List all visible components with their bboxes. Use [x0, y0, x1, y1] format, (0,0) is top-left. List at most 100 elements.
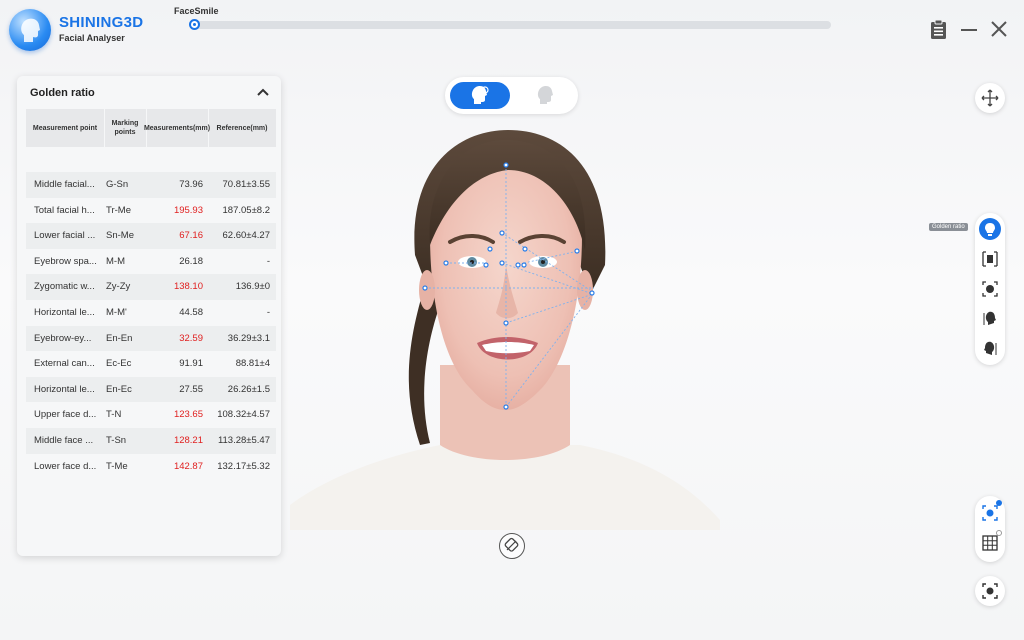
column-header: Measurement point: [26, 109, 105, 147]
table-row[interactable]: External can... Ec-Ec 91.91 88.81±4: [26, 351, 276, 377]
measurement-value: 195.93: [173, 204, 203, 216]
table-row[interactable]: Horizontal le... M-M' 44.58 -: [26, 300, 276, 326]
timeline-track[interactable]: [190, 21, 831, 29]
measurement-value: 44.58: [179, 306, 203, 318]
grid-icon: [982, 535, 998, 551]
reference-value: 132.17±5.32: [217, 460, 270, 472]
reference-value: 88.81±4: [235, 358, 270, 370]
timeline-handle[interactable]: [189, 19, 200, 30]
measurement-point: Lower facial ...: [34, 230, 96, 242]
table-row[interactable]: Eyebrow-ey... En-En 32.59 36.29±3.1: [26, 325, 276, 352]
minimize-icon: [961, 29, 977, 31]
face-front-icon: [471, 86, 489, 104]
table-row[interactable]: Middle facial... G-Sn 73.96 70.81±3.55: [26, 172, 276, 198]
table-row[interactable]: Total facial h... Tr-Me 195.93 187.05±8.2: [26, 198, 276, 224]
table-row[interactable]: Horizontal le... En-Ec 27.55 26.26±1.5: [26, 376, 276, 403]
panel-title: Golden ratio: [30, 87, 95, 99]
face-frame-tool[interactable]: [980, 279, 1000, 299]
measurement-point: Eyebrow-ey...: [34, 332, 92, 344]
reference-value: 136.9±0: [235, 281, 270, 293]
marking-points: Zy-Zy: [106, 281, 131, 293]
measurement-point: Middle face ...: [34, 434, 94, 446]
marking-points: En-En: [106, 332, 133, 344]
profile-right-tool[interactable]: [980, 309, 1000, 329]
measurement-point: Total facial h...: [34, 204, 95, 216]
tool-tooltip: Golden ratio: [929, 223, 968, 231]
title-bar: SHINING3D Facial Analyser FaceSmile: [0, 0, 1024, 62]
marking-points: M-M: [106, 255, 125, 267]
marking-points: Ec-Ec: [106, 358, 132, 370]
measurement-value: 73.96: [179, 179, 203, 190]
display-toolbar: [975, 496, 1005, 562]
table-row[interactable]: Zygomatic w... Zy-Zy 138.10 136.9±0: [26, 274, 276, 300]
marking-points: T-Me: [106, 460, 128, 472]
golden-ratio-panel: Golden ratio Measurement point Marking p…: [17, 76, 281, 556]
measurement-point: Lower face d...: [34, 460, 97, 472]
measurement-value: 26.18: [179, 255, 203, 267]
reference-value: 62.60±4.27: [222, 230, 270, 242]
measurement-value: 142.87: [173, 460, 203, 472]
face-frame-icon: [982, 281, 998, 297]
clipboard-button[interactable]: [928, 18, 950, 40]
move-arrows-icon: [981, 89, 999, 107]
brand-name: SHINING3D: [59, 14, 144, 31]
table-header: Measurement point Marking points Measure…: [26, 109, 276, 147]
reference-value: 26.26±1.5: [227, 383, 270, 395]
chevron-up-icon: [257, 88, 269, 96]
progress-label: FaceSmile: [174, 6, 219, 16]
marking-points: M-M': [106, 306, 127, 318]
face-focus-button[interactable]: [975, 576, 1005, 606]
column-header: Reference(mm): [216, 124, 268, 132]
marking-points: G-Sn: [106, 179, 129, 190]
grid-toggle[interactable]: [980, 533, 1000, 553]
face-profile-icon: [537, 86, 553, 104]
inactive-indicator: [996, 530, 1002, 536]
collapse-button[interactable]: [255, 85, 271, 101]
table-row[interactable]: Lower facial ... Sn-Me 67.16 62.60±4.27: [26, 223, 276, 249]
close-button[interactable]: [988, 18, 1010, 40]
table-row[interactable]: Eyebrow spa... M-M 26.18 -: [26, 249, 276, 275]
reference-value: -: [266, 255, 270, 267]
profile-left-icon: [984, 341, 997, 355]
marking-points: Sn-Me: [106, 230, 134, 242]
front-view-button[interactable]: [450, 82, 510, 109]
table-row[interactable]: Upper face d... T-N 123.65 108.32±4.57: [26, 402, 276, 428]
measurement-point: Middle facial...: [34, 179, 95, 190]
marking-points: T-N: [106, 409, 122, 421]
face-focus-icon: [982, 583, 998, 599]
column-header: Marking points: [104, 109, 147, 147]
measurement-value: 32.59: [179, 332, 203, 344]
measurement-point: Horizontal le...: [34, 383, 95, 395]
face-measure-icon: [982, 251, 998, 267]
reset-view-button[interactable]: [499, 533, 525, 559]
measurement-value: 138.10: [173, 281, 203, 293]
face-scan-toggle[interactable]: [980, 503, 1000, 523]
measurement-point: Horizontal le...: [34, 306, 95, 318]
minimize-button[interactable]: [958, 18, 980, 40]
rotate-reset-icon: [504, 537, 519, 552]
measurement-value: 128.21: [173, 434, 203, 446]
golden-ratio-tool[interactable]: [979, 218, 1001, 240]
analysis-toolbar: [975, 213, 1005, 365]
reference-value: 108.32±4.57: [217, 409, 270, 421]
measurement-point: Upper face d...: [34, 409, 97, 421]
move-button[interactable]: [975, 83, 1005, 113]
reference-value: 113.28±5.47: [217, 434, 270, 446]
table-row[interactable]: Lower face d... T-Me 142.87 132.17±5.32: [26, 454, 276, 480]
measurement-table: Middle facial... G-Sn 73.96 70.81±3.55 Total…: [26, 172, 276, 479]
profile-view-button[interactable]: [520, 82, 570, 109]
face-3d-model[interactable]: [290, 125, 720, 545]
profile-left-tool[interactable]: [980, 339, 1000, 359]
app-logo: [9, 9, 51, 51]
measurement-value: 27.55: [179, 383, 203, 395]
measurement-point: Zygomatic w...: [34, 281, 95, 293]
table-row[interactable]: Middle face ... T-Sn 128.21 113.28±5.47: [26, 427, 276, 454]
face-measure-tool[interactable]: [980, 249, 1000, 269]
marking-points: Tr-Me: [106, 204, 131, 216]
reference-value: -: [266, 306, 270, 318]
clipboard-icon: [931, 19, 946, 39]
view-toggle: [445, 77, 578, 114]
face-scan-icon: [982, 505, 998, 521]
reference-value: 36.29±3.1: [227, 332, 270, 344]
active-indicator: [996, 500, 1002, 506]
